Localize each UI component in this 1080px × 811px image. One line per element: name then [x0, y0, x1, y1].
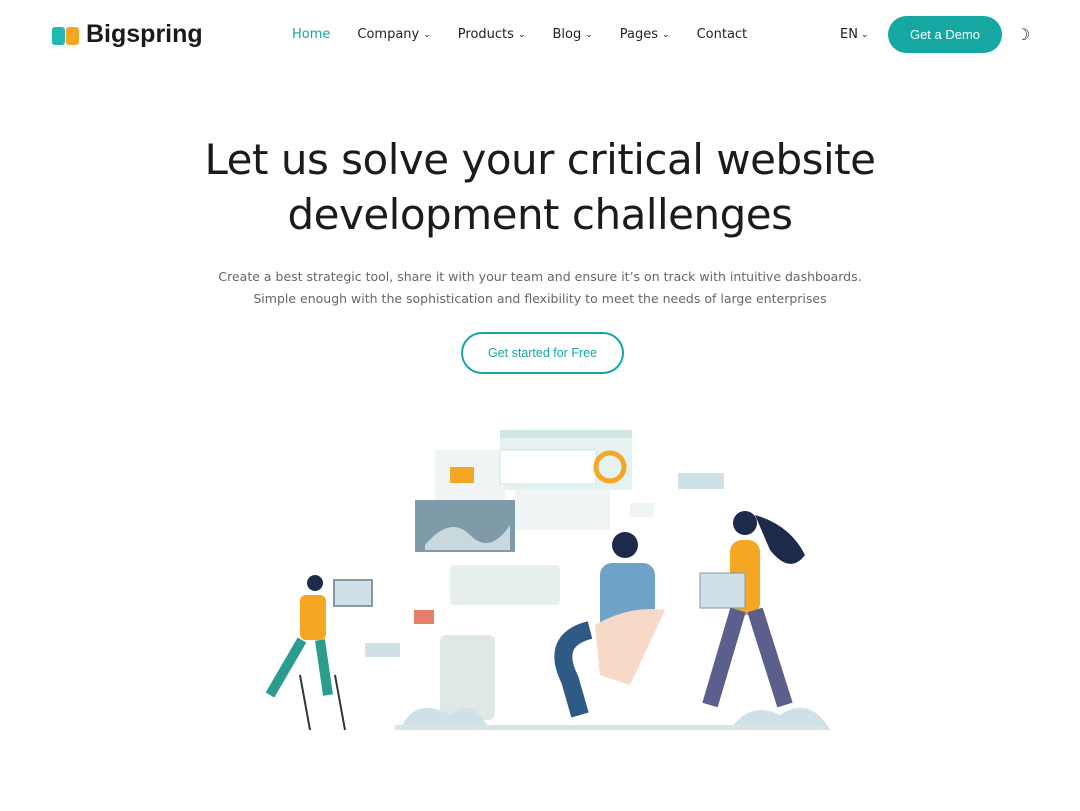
nav-pages[interactable]: Pages ⌄	[620, 27, 670, 42]
hero-illustration	[265, 430, 830, 731]
chevron-down-icon: ⌄	[662, 29, 670, 40]
nav-label: Blog	[552, 27, 582, 42]
subtitle-line: Create a best strategic tool, share it w…	[218, 269, 862, 284]
language-selector[interactable]: EN ⌄	[840, 27, 869, 42]
nav-label: Contact	[696, 27, 748, 42]
nav-label: Company	[357, 27, 420, 42]
moon-icon[interactable]: ☽	[1016, 25, 1030, 44]
logo[interactable]: Bigspring	[52, 20, 203, 49]
title-line: Let us solve your critical website	[204, 135, 876, 184]
nav-label: Pages	[619, 27, 659, 42]
get-started-button[interactable]: Get started for Free	[461, 332, 624, 374]
title-line: development challenges	[287, 190, 793, 239]
main-nav: Home Company ⌄ Products ⌄ Blog ⌄ Pages ⌄ Con…	[292, 27, 774, 42]
logo-text: Bigspring	[86, 20, 203, 48]
chevron-down-icon: ⌄	[423, 29, 431, 40]
nav-label: Products	[457, 27, 514, 42]
logo-icon	[52, 23, 82, 47]
language-label: EN	[840, 27, 858, 42]
nav-label: Home	[292, 27, 331, 42]
nav-contact[interactable]: Contact	[697, 27, 748, 42]
nav-products[interactable]: Products ⌄	[458, 27, 526, 42]
nav-home[interactable]: Home	[292, 27, 330, 42]
hero-subtitle: Create a best strategic tool, share it w…	[0, 266, 1080, 310]
nav-blog[interactable]: Blog ⌄	[552, 27, 592, 42]
get-demo-button[interactable]: Get a Demo	[888, 16, 1002, 53]
chevron-down-icon: ⌄	[860, 29, 869, 40]
nav-company[interactable]: Company ⌄	[357, 27, 430, 42]
chevron-down-icon: ⌄	[585, 29, 593, 40]
chevron-down-icon: ⌄	[517, 29, 526, 40]
subtitle-line: Simple enough with the sophistication an…	[253, 291, 827, 306]
hero-title: Let us solve your critical website develo…	[0, 132, 1080, 242]
site-header: Bigspring Home Company ⌄ Products ⌄ Blog ⌄ …	[0, 0, 1080, 70]
